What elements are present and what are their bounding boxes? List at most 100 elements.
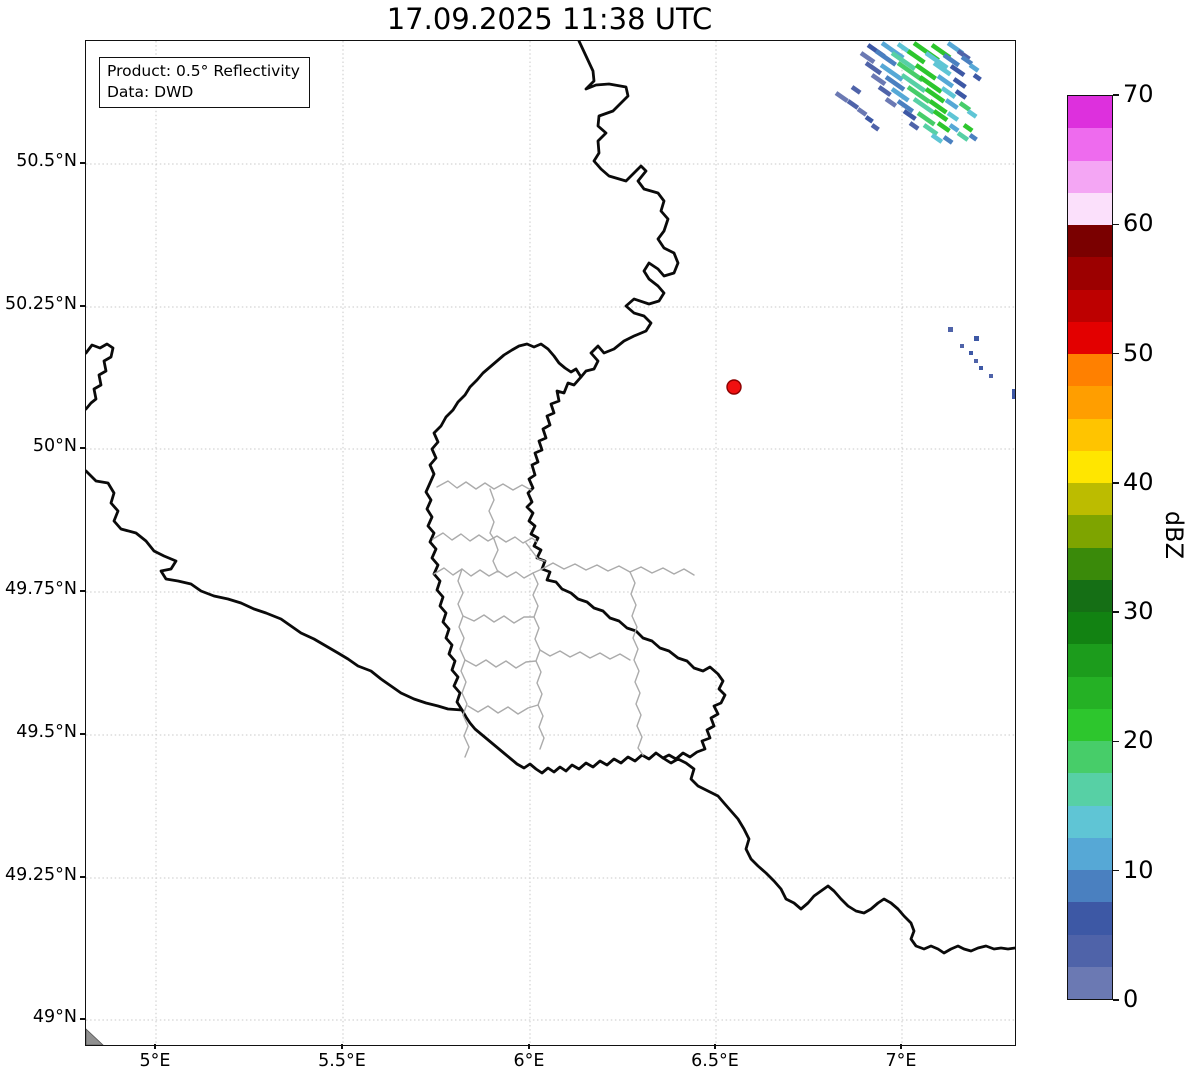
y-tick-mark <box>80 305 85 307</box>
colorbar-tick-mark <box>1113 223 1119 225</box>
y-tick-label: 50°N <box>32 436 77 456</box>
x-tick-mark <box>528 1044 530 1049</box>
colorbar-tick-mark <box>1113 94 1119 96</box>
echo-streak <box>877 85 892 97</box>
echo-streak <box>846 99 860 110</box>
x-tick-mark <box>714 1044 716 1049</box>
colorbar-segment <box>1068 773 1112 806</box>
echo-streak <box>916 111 936 127</box>
echo-streak <box>922 123 939 137</box>
colorbar <box>1067 95 1113 1000</box>
x-tick-mark <box>154 1044 156 1049</box>
colorbar-segment <box>1068 386 1112 419</box>
border-belgium-germany <box>577 41 680 379</box>
colorbar-tick-mark <box>1113 999 1119 1001</box>
echo-streak <box>930 133 944 144</box>
map-panel: Product: 0.5° Reflectivity Data: DWD <box>85 40 1016 1046</box>
colorbar-tick-label: 0 <box>1123 985 1139 1013</box>
colorbar-tick-label: 50 <box>1123 338 1154 367</box>
canton-borders <box>432 480 695 758</box>
echo-streak <box>870 73 887 87</box>
colorbar-segment <box>1068 354 1112 387</box>
echo-streak <box>902 109 917 121</box>
echo-streak <box>942 135 954 145</box>
echo-streak <box>962 123 974 133</box>
x-tick-label: 7°E <box>885 1051 917 1071</box>
colorbar-segment <box>1068 676 1112 709</box>
x-tick-label: 5.5°E <box>318 1051 366 1071</box>
echo-speck <box>969 351 973 355</box>
echo-speck <box>979 366 983 370</box>
y-tick-mark <box>80 1018 85 1020</box>
colorbar-tick-mark <box>1113 611 1119 613</box>
y-tick-label: 49°N <box>32 1007 77 1027</box>
echo-streak <box>864 115 874 124</box>
echo-streak <box>972 73 982 82</box>
colorbar-segment <box>1068 225 1112 258</box>
echo-streak <box>936 121 951 133</box>
colorbar-segment <box>1068 192 1112 225</box>
echo-speck <box>974 359 978 363</box>
echo-streak <box>958 101 972 112</box>
colorbar-segment <box>1068 96 1112 129</box>
border-france-belgium-north <box>86 342 115 411</box>
echo-streak <box>946 111 960 122</box>
colorbar-segment <box>1068 579 1112 612</box>
echo-streak <box>834 91 849 103</box>
echo-streak <box>870 123 880 132</box>
colorbar-tick-label: 70 <box>1123 80 1154 108</box>
colorbar-segment <box>1068 741 1112 774</box>
y-tick-label: 50.25°N <box>5 294 77 314</box>
x-tick-mark <box>900 1044 902 1049</box>
y-tick-label: 49.25°N <box>5 865 77 885</box>
echo-streak <box>908 121 920 131</box>
colorbar-axis-label: dBZ <box>1160 510 1189 560</box>
y-tick-label: 49.75°N <box>5 579 77 599</box>
y-tick-mark <box>80 876 85 878</box>
y-tick-mark <box>80 590 85 592</box>
echo-streak <box>968 63 980 73</box>
echo-streak <box>952 77 967 89</box>
data-source-line: Data: DWD <box>107 82 194 101</box>
colorbar-tick-mark <box>1113 870 1119 872</box>
radar-figure: 17.09.2025 11:38 UTC Product: 0.5° Refle… <box>0 0 1202 1081</box>
echo-streak <box>936 74 955 89</box>
colorbar-tick-label: 10 <box>1123 855 1154 884</box>
y-tick-label: 50.5°N <box>16 151 77 171</box>
echo-streak <box>890 87 910 103</box>
echo-streak <box>956 131 970 142</box>
colorbar-segment <box>1068 902 1112 935</box>
echo-streak <box>944 98 959 110</box>
echo-streak <box>948 123 960 133</box>
echo-edge-bar <box>1012 389 1015 399</box>
colorbar-segment <box>1068 612 1112 645</box>
graticule-grid <box>86 41 1015 1045</box>
figure-title: 17.09.2025 11:38 UTC <box>386 2 713 36</box>
echo-streak <box>940 86 957 100</box>
colorbar-segment <box>1068 128 1112 161</box>
product-info-box: Product: 0.5° Reflectivity Data: DWD <box>99 57 310 108</box>
echo-streak <box>879 63 904 82</box>
colorbar-segment <box>1068 805 1112 838</box>
radar-site-marker <box>726 379 742 395</box>
y-tick-mark <box>80 733 85 735</box>
colorbar-segment <box>1068 257 1112 290</box>
colorbar-segment <box>1068 289 1112 322</box>
colorbar-segment <box>1068 450 1112 483</box>
echo-speck <box>989 374 993 378</box>
echo-streak <box>850 85 862 95</box>
echo-streak <box>906 49 926 65</box>
echo-streak <box>856 107 868 117</box>
echo-streak <box>954 89 968 100</box>
border-luxembourg <box>424 342 727 775</box>
colorbar-segment <box>1068 515 1112 548</box>
colorbar-tick-label: 40 <box>1123 467 1154 496</box>
product-info-line: Product: 0.5° Reflectivity <box>107 62 300 80</box>
colorbar-segment <box>1068 708 1112 741</box>
echo-streak <box>968 133 978 142</box>
echo-speck <box>948 327 953 332</box>
colorbar-tick-mark <box>1113 352 1119 355</box>
colorbar-segment <box>1068 160 1112 193</box>
y-tick-mark <box>80 447 85 449</box>
echo-streak <box>949 64 966 78</box>
